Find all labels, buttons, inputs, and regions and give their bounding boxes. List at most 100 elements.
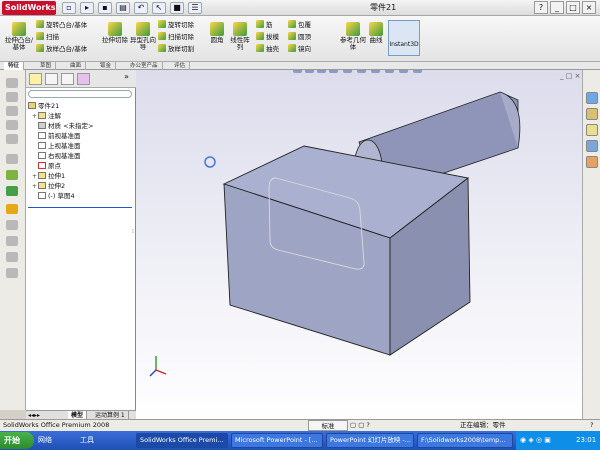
rollback-bar[interactable] bbox=[28, 207, 132, 208]
design-library-icon[interactable] bbox=[586, 108, 598, 120]
rebuild-icon[interactable]: ■ bbox=[170, 2, 184, 14]
draft-button[interactable]: 拔模 bbox=[256, 32, 279, 42]
search-icon[interactable] bbox=[586, 140, 598, 152]
rib-button[interactable]: 筋 bbox=[256, 20, 273, 30]
file-explorer-icon[interactable] bbox=[586, 124, 598, 136]
start-button[interactable]: 开始 bbox=[0, 432, 34, 449]
status-toggle-icons[interactable]: ▢ ▢ ? bbox=[350, 420, 370, 431]
dome-button[interactable]: 圆顶 bbox=[288, 32, 311, 42]
restore-button[interactable]: □ bbox=[566, 1, 580, 14]
curves-button[interactable]: 曲线 bbox=[366, 22, 386, 44]
reference-tool-icon[interactable] bbox=[6, 204, 18, 214]
sweep-cut-button[interactable]: 扫描切除 bbox=[158, 32, 194, 42]
sweep-cut-icon bbox=[158, 32, 166, 40]
options-icon[interactable]: ☰ bbox=[188, 2, 202, 14]
revolve-cut-button[interactable]: 旋转切除 bbox=[158, 20, 194, 30]
appearances-icon[interactable] bbox=[586, 156, 598, 168]
dimension-tool-icon[interactable] bbox=[6, 154, 18, 164]
reference-geometry-button[interactable]: 参考几何体 bbox=[340, 22, 366, 51]
property-manager-tab-icon[interactable] bbox=[45, 73, 58, 85]
network-toolbar[interactable]: 网络 bbox=[38, 435, 52, 445]
line-tool-icon[interactable] bbox=[6, 92, 18, 102]
tab-features[interactable]: 特征 bbox=[4, 62, 25, 70]
extrude-feature-icon bbox=[38, 172, 46, 179]
rectangle-tool-icon[interactable] bbox=[6, 106, 18, 116]
tree-item-origin[interactable]: 原点 bbox=[32, 162, 61, 171]
tree-item-extrude2[interactable]: + 拉伸2 bbox=[32, 182, 65, 191]
plane-icon bbox=[38, 132, 46, 139]
close-button[interactable]: × bbox=[582, 1, 596, 14]
tree-filter-input[interactable] bbox=[28, 90, 132, 98]
graphics-area[interactable]: _ □ × bbox=[136, 70, 582, 419]
fillet-button[interactable]: 圆角 bbox=[206, 22, 228, 44]
expand-panel-icon[interactable]: » bbox=[124, 72, 129, 81]
linear-pattern-button[interactable]: 线性阵列 bbox=[228, 22, 252, 51]
loft-boss-button[interactable]: 放样凸台/基体 bbox=[36, 44, 87, 54]
tree-item-right-plane[interactable]: 右视基准面 bbox=[32, 152, 81, 161]
pattern-tool-icon[interactable] bbox=[6, 268, 18, 278]
task-powerpoint-slideshow[interactable]: PowerPoint 幻灯片放映 -... bbox=[326, 433, 414, 448]
sweep-button[interactable]: 扫描 bbox=[36, 32, 59, 42]
command-manager: 拉伸凸台/基体 旋转凸台/基体 扫描 放样凸台/基体 拉伸切除 异型孔向导 旋转… bbox=[0, 16, 600, 62]
tree-item-sketch4[interactable]: (-) 草图4 bbox=[32, 192, 75, 201]
circle-tool-icon[interactable] bbox=[6, 120, 18, 130]
feature-tool-icon[interactable] bbox=[6, 170, 18, 180]
tree-item-annotations[interactable]: + 注解 bbox=[32, 112, 61, 121]
arc-tool-icon[interactable] bbox=[6, 134, 18, 144]
loft-cut-button[interactable]: 放样切割 bbox=[158, 44, 194, 54]
revolve-boss-button[interactable]: 旋转凸台/基体 bbox=[36, 20, 87, 30]
tab-sketch[interactable]: 草图 bbox=[36, 62, 57, 70]
help-icon[interactable]: ? bbox=[534, 1, 548, 14]
task-solidworks[interactable]: SolidWorks Office Premi... bbox=[136, 433, 228, 448]
wrap-button[interactable]: 包覆 bbox=[288, 20, 311, 30]
tab-office-products[interactable]: 办公室产品 bbox=[126, 62, 163, 70]
hole-wizard-button[interactable]: 异型孔向导 bbox=[130, 22, 156, 51]
tools-toolbar[interactable]: 工具 bbox=[80, 435, 94, 445]
plane-icon bbox=[38, 152, 46, 159]
viewport-close-icon[interactable]: _ □ × bbox=[560, 72, 580, 80]
mirror-button[interactable]: 镜向 bbox=[288, 44, 311, 54]
open-icon[interactable]: ▸ bbox=[80, 2, 94, 14]
offset-tool-icon[interactable] bbox=[6, 236, 18, 246]
dim-xpert-tab-icon[interactable] bbox=[77, 73, 90, 85]
extrude-cut-button[interactable]: 拉伸切除 bbox=[102, 22, 128, 44]
select-icon[interactable]: ↖ bbox=[152, 2, 166, 14]
save-icon[interactable]: ▪ bbox=[98, 2, 112, 14]
extrude-boss-button[interactable]: 拉伸凸台/基体 bbox=[4, 22, 34, 51]
tab-surfaces[interactable]: 曲面 bbox=[66, 62, 87, 70]
tab-scroll-arrows-icon[interactable]: ◂◂▸▸ bbox=[28, 412, 40, 419]
tab-sheet-metal[interactable]: 钣金 bbox=[96, 62, 117, 70]
panel-splitter-icon[interactable]: ⁝ bbox=[132, 228, 134, 235]
task-powerpoint[interactable]: Microsoft PowerPoint - [... bbox=[231, 433, 323, 448]
wrap-icon bbox=[288, 20, 296, 28]
clock[interactable]: 23:01 bbox=[576, 431, 596, 450]
tree-root[interactable]: 零件21 bbox=[28, 102, 59, 111]
boss-tool-icon[interactable] bbox=[6, 186, 18, 196]
tree-item-front-plane[interactable]: 前视基准面 bbox=[32, 132, 81, 141]
instant3d-button[interactable]: Instant3D bbox=[388, 20, 420, 56]
fillet-icon bbox=[210, 22, 224, 36]
status-help-icon[interactable]: ? bbox=[590, 420, 593, 431]
shell-button[interactable]: 抽壳 bbox=[256, 44, 279, 54]
tab-evaluate[interactable]: 评估 bbox=[170, 62, 191, 70]
minimize-button[interactable]: _ bbox=[550, 1, 564, 14]
new-icon[interactable]: ▫ bbox=[62, 2, 76, 14]
trim-tool-icon[interactable] bbox=[6, 220, 18, 230]
tree-item-top-plane[interactable]: 上视基准面 bbox=[32, 142, 81, 151]
tray-icons[interactable]: ◉ ◈ ◎ ▣ bbox=[520, 431, 551, 450]
material-icon bbox=[38, 122, 46, 129]
solidworks-logo[interactable]: SolidWorks bbox=[2, 1, 56, 15]
tree-item-extrude1[interactable]: + 拉伸1 bbox=[32, 172, 65, 181]
curves-icon bbox=[369, 22, 383, 36]
tree-item-material[interactable]: 材质 <未指定> bbox=[32, 122, 93, 131]
task-explorer-folder[interactable]: F:\Solidworks2008\temp... bbox=[417, 433, 513, 448]
solidworks-resources-icon[interactable] bbox=[586, 92, 598, 104]
triad-z-axis bbox=[149, 369, 157, 377]
units-button[interactable]: 标准 bbox=[308, 420, 348, 431]
print-icon[interactable]: ▤ bbox=[116, 2, 130, 14]
mirror-tool-icon[interactable] bbox=[6, 252, 18, 262]
undo-icon[interactable]: ↶ bbox=[134, 2, 148, 14]
configuration-manager-tab-icon[interactable] bbox=[61, 73, 74, 85]
sketch-tool-icon[interactable] bbox=[6, 78, 18, 88]
feature-manager-tab-icon[interactable] bbox=[29, 73, 42, 85]
